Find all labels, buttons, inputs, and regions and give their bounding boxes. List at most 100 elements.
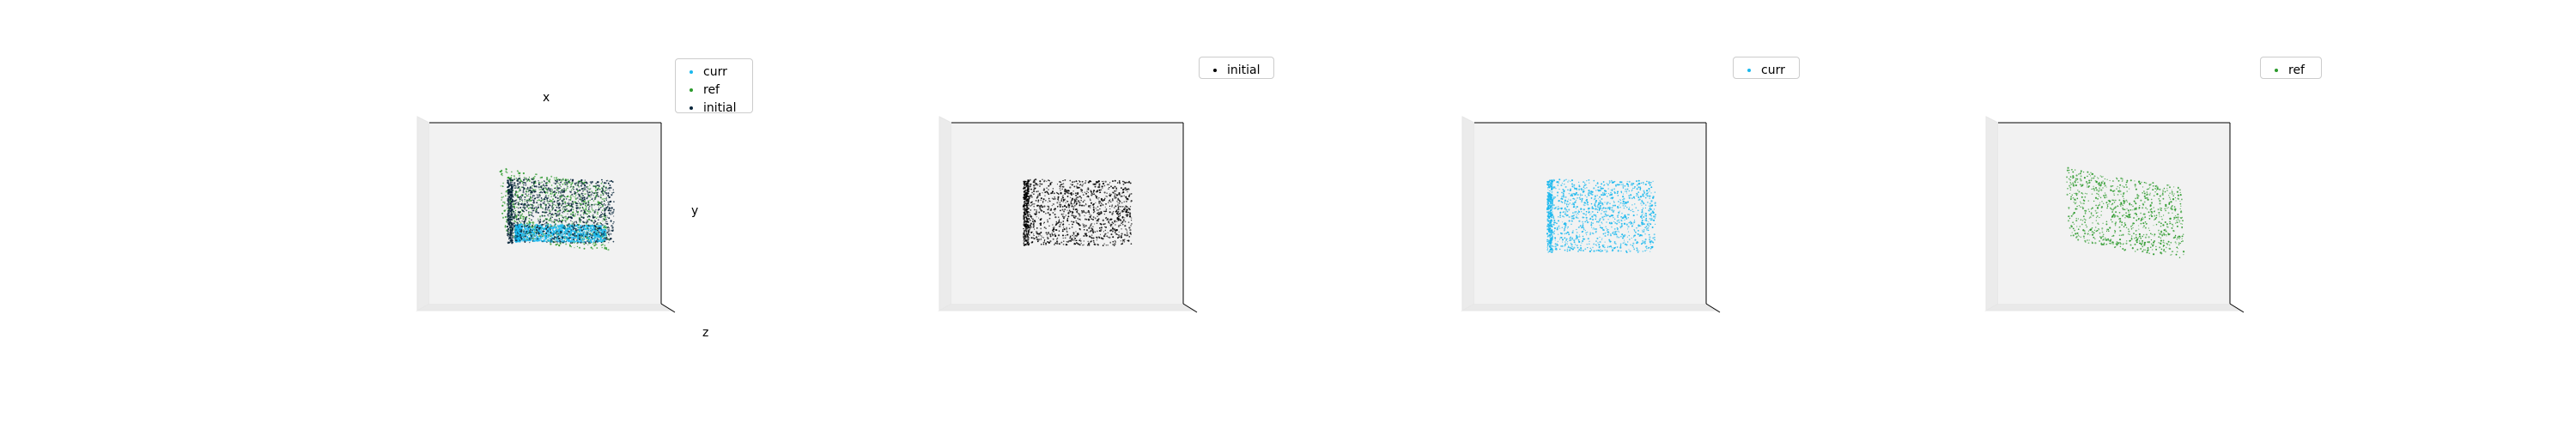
point-initial bbox=[1038, 192, 1041, 195]
point-ref bbox=[541, 176, 544, 178]
point-initial bbox=[1054, 210, 1056, 212]
point-initial bbox=[1028, 204, 1030, 207]
point-initial bbox=[1062, 237, 1064, 239]
point-initial bbox=[528, 178, 530, 180]
point-initial bbox=[565, 215, 567, 217]
point-initial bbox=[553, 221, 556, 224]
point-initial bbox=[513, 208, 516, 209]
point-initial bbox=[1119, 224, 1121, 227]
point-initial bbox=[507, 212, 510, 214]
point-initial bbox=[535, 185, 538, 188]
point-curr bbox=[582, 239, 584, 241]
point-ref bbox=[513, 206, 515, 208]
point-initial bbox=[596, 233, 598, 236]
point-initial bbox=[598, 185, 600, 187]
point-initial bbox=[583, 209, 585, 211]
point-curr bbox=[580, 239, 582, 242]
left-pane bbox=[416, 116, 430, 311]
point-initial bbox=[1038, 211, 1041, 214]
point-initial bbox=[546, 224, 548, 227]
point-initial bbox=[544, 200, 545, 202]
point-initial bbox=[1066, 219, 1068, 221]
point-initial bbox=[1118, 202, 1121, 204]
point-curr bbox=[602, 240, 604, 242]
point-initial bbox=[1027, 221, 1030, 222]
point-initial bbox=[1100, 230, 1102, 233]
point-initial bbox=[580, 241, 582, 244]
point-initial bbox=[1048, 214, 1051, 216]
point-initial bbox=[1029, 211, 1030, 214]
point-initial bbox=[1052, 188, 1054, 190]
point-initial bbox=[1029, 224, 1031, 227]
point-initial bbox=[1089, 215, 1091, 218]
point-curr bbox=[566, 227, 568, 229]
point-initial bbox=[536, 208, 538, 211]
point-initial bbox=[1083, 204, 1085, 207]
point-initial bbox=[1059, 223, 1061, 226]
point-initial bbox=[1087, 191, 1090, 194]
point-initial bbox=[563, 225, 566, 227]
point-initial bbox=[1030, 204, 1033, 206]
point-initial bbox=[536, 194, 538, 196]
point-initial bbox=[578, 202, 580, 204]
point-initial bbox=[1027, 207, 1030, 210]
point-initial bbox=[1073, 185, 1076, 188]
point-initial bbox=[1036, 209, 1037, 211]
point-initial bbox=[1094, 223, 1096, 225]
point-initial bbox=[565, 198, 568, 200]
point-curr bbox=[514, 226, 517, 227]
point-ref bbox=[534, 173, 537, 175]
point-initial bbox=[542, 240, 544, 243]
point-initial bbox=[1024, 190, 1026, 192]
point-initial bbox=[548, 200, 550, 202]
point-initial bbox=[586, 233, 588, 235]
point-initial bbox=[571, 242, 574, 245]
point-initial bbox=[528, 211, 530, 213]
point-initial bbox=[1033, 190, 1036, 192]
point-initial bbox=[1024, 202, 1027, 204]
point-initial bbox=[1129, 193, 1131, 195]
point-curr bbox=[568, 227, 571, 231]
point-initial bbox=[507, 191, 510, 194]
point-initial bbox=[1061, 196, 1064, 198]
point-initial bbox=[577, 184, 580, 187]
point-initial bbox=[1103, 223, 1105, 226]
point-initial bbox=[577, 241, 579, 244]
point-ref bbox=[519, 172, 521, 174]
point-ref bbox=[545, 191, 548, 193]
point-initial bbox=[1108, 184, 1109, 185]
point-initial bbox=[1047, 208, 1049, 211]
point-initial bbox=[1024, 235, 1026, 237]
point-initial bbox=[600, 241, 603, 244]
point-initial bbox=[1064, 192, 1066, 195]
point-initial bbox=[592, 231, 595, 233]
point-initial bbox=[1028, 185, 1030, 187]
point-initial bbox=[1027, 239, 1029, 241]
point-initial bbox=[543, 223, 544, 226]
point-initial bbox=[586, 219, 589, 222]
point-initial bbox=[1077, 217, 1079, 220]
point-initial bbox=[545, 232, 548, 234]
point-curr bbox=[532, 234, 534, 237]
point-initial bbox=[612, 208, 615, 211]
point-initial bbox=[1078, 186, 1081, 189]
point-initial bbox=[599, 227, 602, 230]
point-initial bbox=[572, 239, 574, 240]
point-initial bbox=[1123, 240, 1126, 243]
point-initial bbox=[1127, 195, 1130, 197]
point-initial bbox=[547, 202, 550, 204]
point-initial bbox=[506, 225, 509, 228]
point-ref bbox=[592, 243, 594, 245]
point-initial bbox=[1105, 208, 1108, 210]
point-initial bbox=[603, 214, 605, 216]
point-initial bbox=[547, 214, 549, 216]
point-initial bbox=[1048, 217, 1051, 220]
point-curr bbox=[532, 232, 534, 234]
point-initial bbox=[572, 203, 574, 205]
point-initial bbox=[535, 206, 538, 208]
point-ref bbox=[528, 220, 531, 222]
point-initial bbox=[1110, 233, 1113, 236]
point-ref bbox=[537, 199, 538, 202]
point-initial bbox=[1119, 194, 1121, 196]
point-initial bbox=[539, 200, 542, 202]
